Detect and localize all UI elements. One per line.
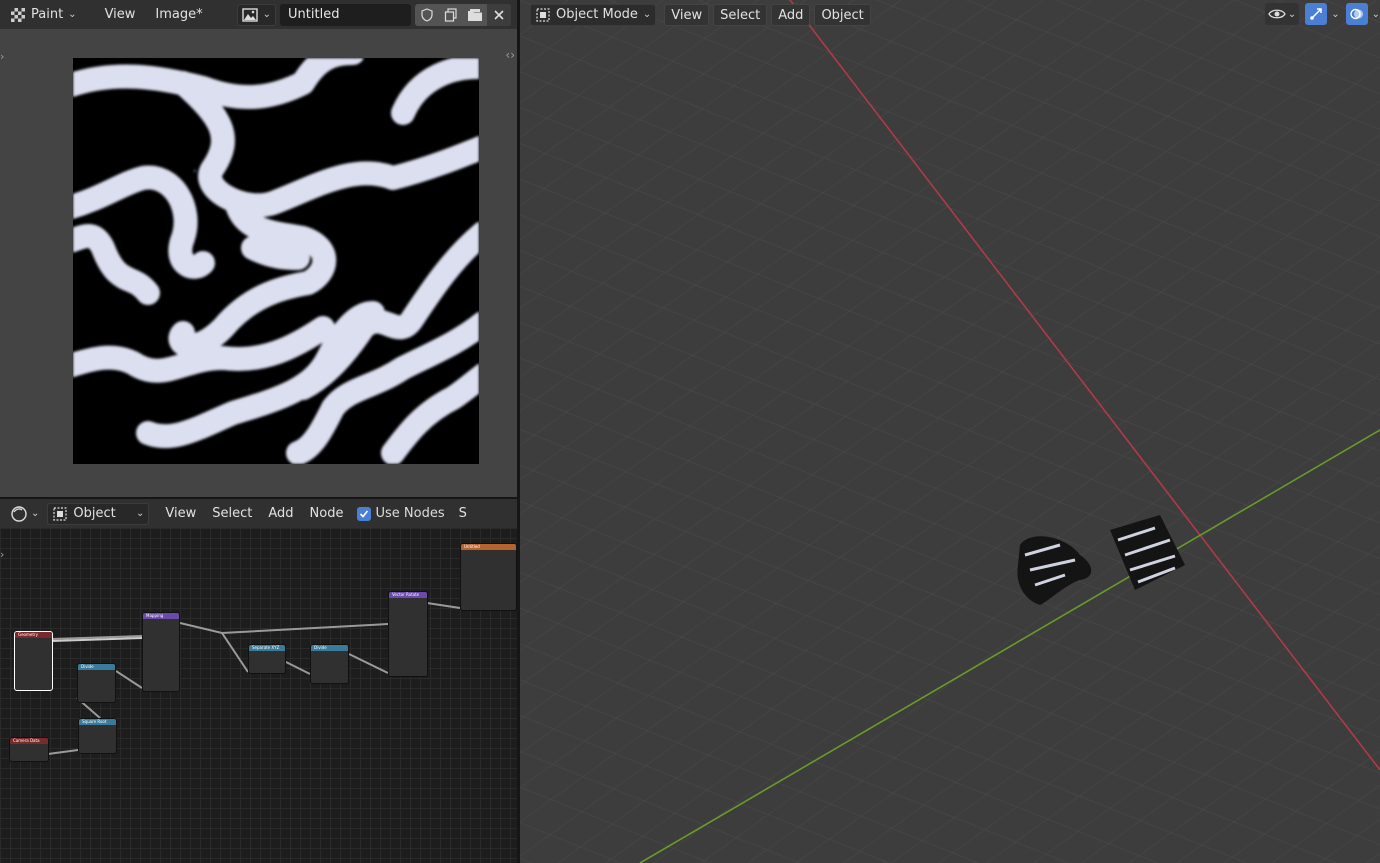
node-title: Divide — [311, 645, 348, 651]
menu-image[interactable]: Image* — [149, 4, 208, 26]
editor-type-dropdown[interactable]: ⌄ — [6, 503, 43, 525]
new-image-icon[interactable] — [439, 4, 463, 26]
menu-add[interactable]: Add — [771, 3, 811, 26]
open-folder-icon[interactable] — [463, 4, 487, 26]
node-camera-data[interactable]: Camera Data — [9, 737, 49, 762]
node-image-texture[interactable]: Untitled — [460, 543, 517, 611]
node-title: Vector Rotate — [389, 592, 427, 598]
sidebar-toggle-left-arrow-icon[interactable]: › — [0, 50, 4, 63]
eye-icon — [1268, 7, 1286, 21]
node-vector-rotate[interactable]: Vector Rotate — [388, 591, 428, 677]
area-divider-horizontal[interactable] — [0, 497, 517, 499]
use-nodes-toggle[interactable]: Use Nodes — [357, 506, 445, 521]
chevron-down-icon: ⌄ — [642, 8, 652, 20]
node-editor-header: ⌄ Object ⌄ View Select Add Node Use Node… — [0, 499, 517, 528]
3d-viewport-area[interactable]: Object Mode ⌄ View Select Add Object ⌄ ⌄… — [520, 0, 1380, 863]
viewport-header-right: ⌄ ⌄ ⌄ — [1264, 3, 1380, 25]
mode-dropdown[interactable]: Object Mode ⌄ — [530, 3, 657, 26]
node-editor-area: ⌄ Object ⌄ View Select Add Node Use Node… — [0, 499, 517, 863]
menu-view[interactable]: View — [159, 503, 202, 525]
workspace-dropdown[interactable]: Paint ⌄ — [6, 3, 81, 26]
gizmo-icon[interactable] — [1305, 3, 1328, 25]
use-nodes-label: Use Nodes — [375, 506, 445, 521]
fake-user-shield-icon[interactable] — [415, 4, 439, 26]
node-title: Square Root — [79, 719, 116, 725]
image-editor-area: Paint ⌄ View Image* ⌄ Untitled › ‹› — [0, 0, 517, 497]
mode-label: Object Mode — [556, 6, 638, 22]
node-mapping[interactable]: Mapping — [142, 612, 180, 692]
sidebar-toggle-right-arrow-icon[interactable]: ‹› — [505, 48, 515, 62]
menu-select[interactable]: Select — [206, 503, 258, 525]
checkbox-checked-icon — [357, 506, 372, 521]
menu-node[interactable]: Node — [304, 503, 350, 525]
shader-type-label: Object — [73, 505, 116, 521]
overflow-menu[interactable]: S — [453, 503, 473, 525]
chevron-down-icon: ⌄ — [262, 8, 272, 20]
node-title: Divide — [78, 664, 115, 670]
image-name: Untitled — [288, 6, 340, 22]
workspace-label: Paint — [31, 6, 64, 22]
node-separate-xyz[interactable]: Separate XYZ — [248, 644, 286, 674]
chevron-down-icon: ⌄ — [31, 507, 40, 519]
overlay-dropdown[interactable]: ⌄ — [1345, 3, 1380, 25]
menu-object[interactable]: Object — [814, 3, 871, 26]
gizmo-dropdown[interactable]: ⌄ — [1305, 3, 1340, 25]
node-title: Camera Data — [10, 738, 48, 744]
node-square-root[interactable]: Square Root — [78, 718, 117, 754]
node-title: Geometry — [15, 632, 52, 638]
viewport-header: Object Mode ⌄ View Select Add Object — [520, 0, 1380, 29]
menu-view[interactable]: View — [664, 3, 710, 26]
menu-add[interactable]: Add — [262, 503, 299, 525]
close-icon[interactable] — [487, 3, 511, 26]
shader-editor-icon — [10, 505, 28, 523]
node-divide-1[interactable]: Divide — [77, 663, 116, 703]
chevron-down-icon: ⌄ — [68, 8, 77, 20]
node-title: Mapping — [143, 613, 179, 619]
node-canvas[interactable]: › Geometry Divide Mapping Separate XYZ D… — [0, 528, 517, 863]
checker-icon — [10, 7, 26, 23]
overlay-icon[interactable] — [1345, 3, 1368, 25]
image-buttons — [415, 3, 511, 26]
visibility-dropdown[interactable]: ⌄ — [1264, 3, 1300, 25]
image-canvas[interactable] — [73, 58, 479, 464]
image-icon — [241, 7, 258, 22]
node-title: Separate XYZ — [249, 645, 285, 651]
chevron-down-icon: ⌄ — [136, 507, 145, 519]
image-name-field[interactable]: Untitled — [280, 3, 411, 26]
menu-view[interactable]: View — [99, 4, 142, 26]
image-editor-header: Paint ⌄ View Image* ⌄ Untitled — [0, 0, 517, 29]
menu-select[interactable]: Select — [713, 3, 768, 26]
object-mode-icon — [535, 7, 551, 23]
chevron-down-icon: ⌄ — [1331, 8, 1340, 20]
object-icon — [52, 506, 68, 522]
node-title: Untitled — [461, 544, 516, 550]
viewport-grid — [520, 0, 1380, 863]
shader-type-dropdown[interactable]: Object ⌄ — [47, 502, 150, 525]
node-divide-2[interactable]: Divide — [310, 644, 349, 684]
node-geometry[interactable]: Geometry — [14, 631, 53, 691]
chevron-down-icon: ⌄ — [1371, 8, 1380, 20]
image-browse-dropdown[interactable]: ⌄ — [236, 3, 277, 26]
chevron-down-icon: ⌄ — [1287, 8, 1297, 20]
